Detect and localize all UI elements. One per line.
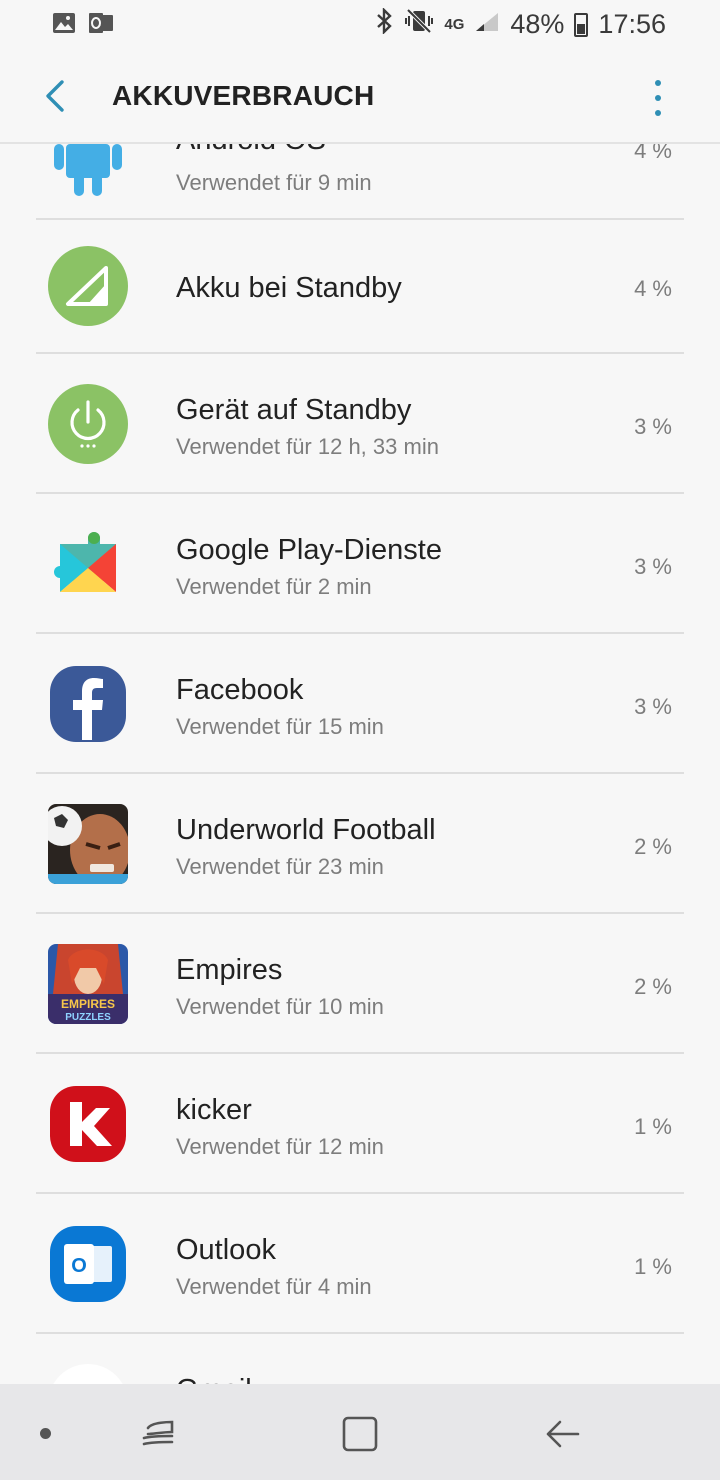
back-arrow-icon [46,80,64,112]
usage-percent: 4 % [634,144,672,163]
usage-percent: 1 % [634,1114,672,1139]
usage-text: Verwendet für 9 min [176,170,372,195]
list-item[interactable]: Gmail [0,1334,720,1384]
more-dot [655,110,661,116]
more-dot [655,95,661,101]
kicker-icon [48,1084,128,1164]
network-4g-icon: 4G [444,16,465,33]
battery-icon [574,12,589,37]
back-button[interactable] [34,74,78,118]
usage-percent: 1 % [634,1254,672,1279]
usage-percent: 3 % [634,414,672,439]
signal-icon [474,9,500,40]
list-item[interactable]: O Outlook Verwendet für 4 min 1 % [0,1194,720,1334]
app-name: Underworld Football [176,814,436,846]
recent-apps-icon [142,1420,174,1446]
app-name: Android OS [176,144,326,157]
usage-text: Verwendet für 12 h, 33 min [176,434,439,459]
app-name: Akku bei Standby [176,272,402,304]
empires-logo-text: EMPIRES [61,997,115,1011]
facebook-icon [48,664,128,744]
app-name: Empires [176,954,283,986]
home-button[interactable] [338,1412,382,1456]
usage-percent: 3 % [634,694,672,719]
recent-apps-button[interactable] [136,1412,180,1456]
usage-text: Verwendet für 12 min [176,1134,384,1159]
outlook-logo-text: O [71,1255,87,1277]
outlook-notification-icon [88,12,114,39]
usage-text: Verwendet für 23 min [176,854,384,879]
battery-usage-list: Android OS Verwendet für 9 min 4 % Akku … [0,144,720,1384]
home-icon [342,1416,378,1452]
list-item[interactable]: Android OS Verwendet für 9 min 4 % [0,144,720,220]
status-right: 4G 48% 17:56 [376,7,666,41]
back-icon [546,1420,580,1448]
usage-percent: 2 % [634,834,672,859]
usage-text: Verwendet für 4 min [176,1274,372,1299]
underworld-football-icon [48,804,128,884]
list-item[interactable]: Gerät auf Standby Verwendet für 12 h, 33… [0,354,720,494]
list-item[interactable]: EMPIRES PUZZLES Empires Verwendet für 10… [0,914,720,1054]
clock: 17:56 [598,9,666,39]
empires-puzzles-icon: EMPIRES PUZZLES [48,944,128,1024]
more-options-button[interactable] [646,78,670,118]
android-icon [48,144,128,200]
puzzles-logo-text: PUZZLES [65,1012,111,1023]
app-name: Facebook [176,674,304,706]
vibrate-mute-icon [404,8,434,41]
app-name: Gerät auf Standby [176,394,412,426]
bluetooth-icon [376,7,394,41]
cell-standby-icon [48,246,128,326]
usage-percent: 2 % [634,974,672,999]
app-name: Google Play-Dienste [176,534,442,566]
list-item[interactable]: Underworld Football Verwendet für 23 min… [0,774,720,914]
usage-text: Verwendet für 15 min [176,714,384,739]
usage-percent: 4 % [634,276,672,301]
list-item[interactable]: kicker Verwendet für 12 min 1 % [0,1054,720,1194]
usage-percent: 3 % [634,554,672,579]
gmail-icon [48,1364,128,1384]
device-standby-icon [48,384,128,464]
app-name: Gmail [176,1374,252,1384]
status-left-icons [52,12,114,39]
app-name: kicker [176,1094,252,1126]
more-vertical-icon [655,80,661,86]
system-back-button[interactable] [540,1412,584,1456]
usage-text: Verwendet für 2 min [176,574,372,599]
nav-dot-icon[interactable] [40,1428,51,1439]
battery-percent: 48% [510,9,565,39]
navigation-bar [0,1384,720,1480]
list-item[interactable]: Google Play-Dienste Verwendet für 2 min … [0,494,720,634]
app-bar: AKKUVERBRAUCH [0,48,720,144]
usage-text: Verwendet für 10 min [176,994,384,1019]
page-title: AKKUVERBRAUCH [112,80,375,111]
gallery-icon [52,12,76,39]
outlook-icon: O [48,1224,128,1304]
list-item[interactable]: Facebook Verwendet für 15 min 3 % [0,634,720,774]
google-play-services-icon [48,524,128,604]
list-item[interactable]: Akku bei Standby 4 % [0,220,720,354]
status-bar: 4G 48% 17:56 [0,0,720,48]
app-name: Outlook [176,1234,276,1266]
